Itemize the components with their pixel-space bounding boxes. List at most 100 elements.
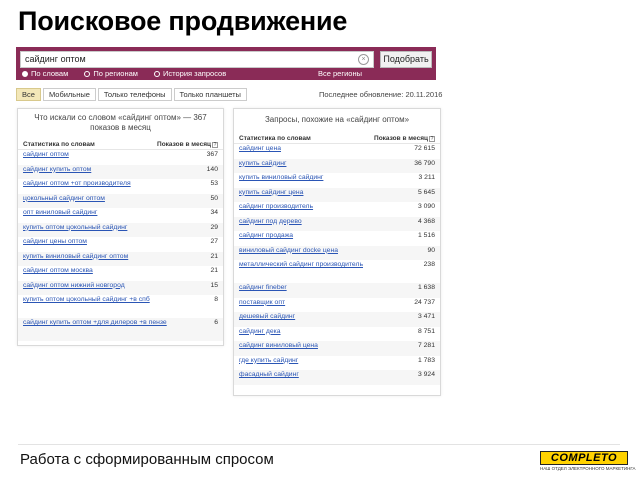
- radio-history[interactable]: История запросов: [154, 69, 226, 78]
- table-row: поставщик опт 24 737: [234, 298, 440, 313]
- table-row: сайдинг цены оптом 27: [18, 237, 223, 252]
- query-link[interactable]: сайдинг цены оптом: [23, 238, 173, 246]
- radio-dot-icon: [22, 71, 28, 77]
- impressions-count: 8: [214, 296, 218, 303]
- table-row: сайдинг виниловый цена 7 281: [234, 341, 440, 356]
- query-link[interactable]: сайдинг оптом москва: [23, 267, 173, 275]
- help-icon[interactable]: ?: [429, 136, 435, 142]
- column-count: Показов в месяц?: [374, 135, 435, 142]
- impressions-count: 72 615: [414, 145, 435, 152]
- impressions-count: 5 645: [417, 188, 435, 196]
- query-link[interactable]: купить оптом цокольный сайдинг: [23, 224, 173, 232]
- table-row: цокольный сайдинг оптом 50: [18, 193, 223, 208]
- table-row: сайдинг цена 72 615: [234, 144, 440, 159]
- radio-dot-icon: [154, 71, 161, 77]
- impressions-count: 367: [206, 151, 218, 158]
- query-link[interactable]: купить виниловый сайдинг: [239, 174, 389, 182]
- table-row: где купить сайдинг 1 783: [234, 356, 440, 371]
- query-link[interactable]: сайдинг продажа: [239, 232, 389, 240]
- query-link[interactable]: металлический сайдинг производитель: [239, 261, 389, 269]
- what-searched-panel: Что искали со словом «сайдинг оптом» — 3…: [17, 108, 224, 346]
- impressions-count: 8 751: [417, 327, 435, 335]
- table-header: Статистика по словам Показов в месяц?: [18, 139, 223, 150]
- query-link[interactable]: сайдинг оптом: [23, 151, 173, 159]
- table-row: купить сайдинг 36 790: [234, 158, 440, 173]
- search-bar: сайдинг оптом × Подобрать По словам По р…: [16, 47, 436, 80]
- last-updated: Последнее обновление: 20.11.2016: [319, 90, 443, 99]
- impressions-count: 7 281: [417, 342, 435, 349]
- table-row: купить оптом цокольный сайдинг +в спб 8: [18, 295, 223, 318]
- table-row: купить виниловый сайдинг 3 211: [234, 173, 440, 188]
- table-row: сайдинг fineber 1 638: [234, 283, 440, 298]
- table-row: сайдинг купить оптом 140: [18, 164, 223, 179]
- tab-tablets[interactable]: Только планшеты: [173, 88, 247, 101]
- query-link[interactable]: сайдинг оптом нижний новгород: [23, 282, 173, 290]
- query-link[interactable]: сайдинг fineber: [239, 284, 389, 292]
- help-icon[interactable]: ?: [212, 142, 218, 148]
- impressions-count: 3 090: [417, 203, 435, 210]
- impressions-count: 3 924: [417, 371, 435, 378]
- query-link[interactable]: купить виниловый сайдинг оптом: [23, 253, 173, 261]
- query-link[interactable]: сайдинг оптом +от производителя: [23, 180, 173, 188]
- table-row: сайдинг продажа 1 516: [234, 231, 440, 246]
- query-list: сайдинг цена 72 615 купить сайдинг 36 790 ку…: [234, 144, 440, 385]
- table-row: купить сайдинг цена 5 645: [234, 187, 440, 202]
- query-link[interactable]: фасадный сайдинг: [239, 371, 389, 379]
- table-row: фасадный сайдинг 3 924: [234, 370, 440, 385]
- table-row: сайдинг оптом нижний новгород 15: [18, 280, 223, 295]
- panel-title: Что искали со словом «сайдинг оптом» — 3…: [34, 113, 207, 132]
- impressions-count: 4 368: [417, 217, 435, 225]
- query-link[interactable]: сайдинг производитель: [239, 203, 389, 211]
- table-row: купить виниловый сайдинг оптом 21: [18, 251, 223, 266]
- impressions-count: 1 516: [417, 232, 435, 239]
- table-row: сайдинг оптом москва 21: [18, 266, 223, 281]
- find-button[interactable]: Подобрать: [380, 51, 432, 68]
- query-link[interactable]: цокольный сайдинг оптом: [23, 195, 173, 203]
- query-list: сайдинг оптом 367 сайдинг купить оптом 140 с…: [18, 150, 223, 341]
- clear-icon[interactable]: ×: [358, 54, 369, 65]
- table-row: металлический сайдинг производитель 238: [234, 260, 440, 283]
- impressions-count: 36 790: [414, 159, 435, 167]
- search-query-text: сайдинг оптом: [25, 54, 86, 64]
- table-row: купить оптом цокольный сайдинг 29: [18, 222, 223, 237]
- query-link[interactable]: дешевый сайдинг: [239, 313, 389, 321]
- slide-title: Поисковое продвижение: [18, 6, 348, 36]
- impressions-count: 29: [210, 223, 218, 231]
- query-link[interactable]: где купить сайдинг: [239, 357, 389, 365]
- query-link[interactable]: купить сайдинг: [239, 160, 389, 168]
- impressions-count: 34: [210, 209, 218, 216]
- slide-caption: Работа с сформированным спросом: [20, 451, 274, 468]
- query-link[interactable]: опт виниловый сайдинг: [23, 209, 173, 217]
- table-header: Статистика по словам Показов в месяц?: [234, 133, 440, 144]
- impressions-count: 6: [214, 319, 218, 326]
- tab-mobile[interactable]: Мобильные: [42, 88, 96, 101]
- impressions-count: 21: [210, 267, 218, 274]
- impressions-count: 15: [210, 281, 218, 289]
- query-link[interactable]: поставщик опт: [239, 299, 389, 307]
- radio-by-words[interactable]: По словам: [22, 69, 68, 78]
- radio-dot-icon: [84, 71, 91, 77]
- table-row: виниловый сайдинг docke цена 90: [234, 245, 440, 260]
- search-input[interactable]: сайдинг оптом ×: [20, 51, 374, 68]
- table-row: сайдинг купить оптом +для дилеров +в пен…: [18, 318, 223, 341]
- query-link[interactable]: виниловый сайдинг docke цена: [239, 247, 389, 255]
- logo-wordmark: COMPLETO: [540, 451, 628, 465]
- query-link[interactable]: сайдинг под дерево: [239, 218, 389, 226]
- query-link[interactable]: сайдинг виниловый цена: [239, 342, 389, 350]
- query-link[interactable]: сайдинг купить оптом +для дилеров +в пен…: [23, 319, 173, 327]
- tab-phones[interactable]: Только телефоны: [97, 88, 172, 101]
- regions-link[interactable]: Все регионы: [318, 69, 362, 78]
- radio-by-regions[interactable]: По регионам: [84, 69, 138, 78]
- query-link[interactable]: сайдинг купить оптом: [23, 166, 173, 174]
- table-row: сайдинг оптом +от производителя 53: [18, 179, 223, 194]
- query-link[interactable]: купить сайдинг цена: [239, 189, 389, 197]
- impressions-count: 140: [206, 165, 218, 173]
- query-link[interactable]: сайдинг цена: [239, 145, 389, 153]
- column-count: Показов в месяц?: [157, 141, 218, 148]
- query-link[interactable]: купить оптом цокольный сайдинг +в спб: [23, 296, 173, 304]
- tab-all[interactable]: Все: [16, 88, 41, 101]
- completo-logo: COMPLETO НАШ ОТДЕЛ ЭЛЕКТРОННОГО МАРКЕТИН…: [540, 451, 636, 473]
- table-row: сайдинг под дерево 4 368: [234, 216, 440, 231]
- logo-tagline: НАШ ОТДЕЛ ЭЛЕКТРОННОГО МАРКЕТИНГА: [540, 466, 636, 471]
- query-link[interactable]: сайдинг дека: [239, 328, 389, 336]
